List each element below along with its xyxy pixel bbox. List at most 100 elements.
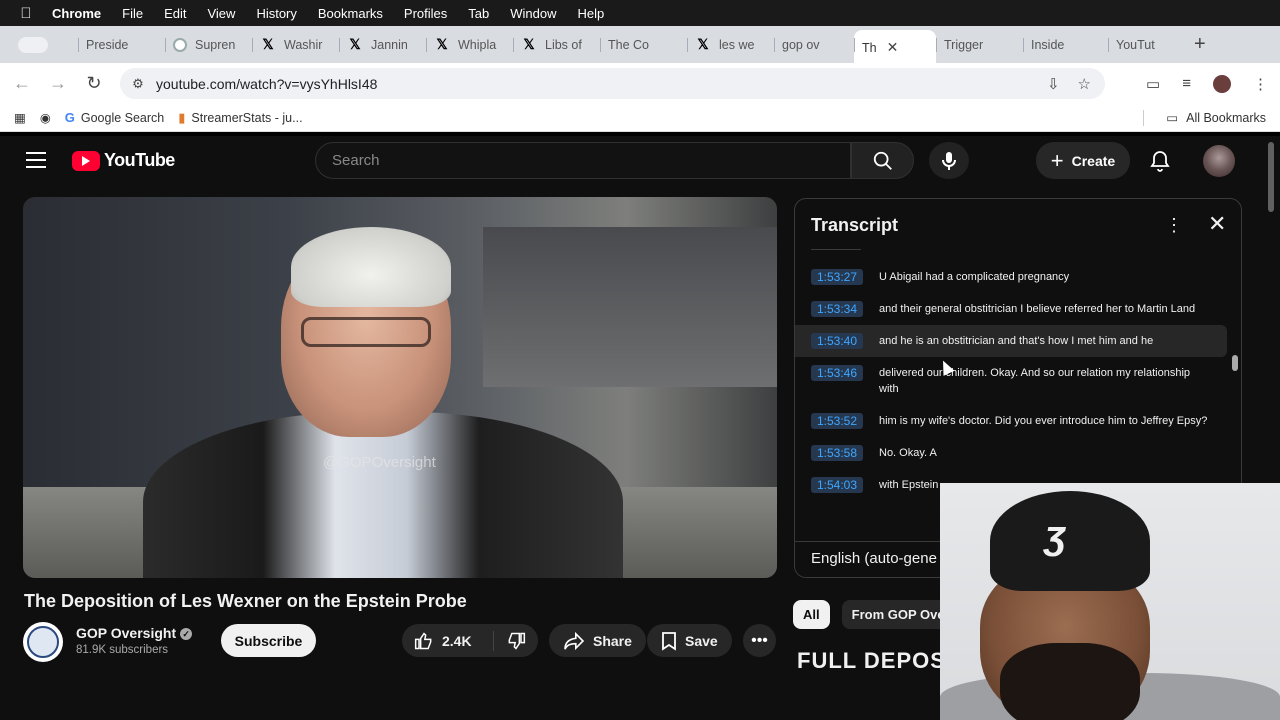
- menu-window[interactable]: Window: [510, 6, 556, 21]
- back-icon[interactable]: ←: [4, 73, 40, 94]
- globe-icon[interactable]: ◉: [40, 110, 51, 125]
- youtube-logo[interactable]: YouTube: [72, 150, 175, 171]
- youtube-logo-text: YouTube: [104, 150, 175, 170]
- menu-file[interactable]: File: [122, 6, 143, 21]
- more-actions-icon[interactable]: •••: [743, 624, 776, 657]
- browser-tab[interactable]: YouTut: [1108, 30, 1186, 60]
- tab-title: Preside: [86, 37, 129, 52]
- menu-history[interactable]: History: [256, 6, 296, 21]
- search-button[interactable]: [851, 142, 914, 179]
- site-info-icon[interactable]: ⚙: [120, 76, 156, 92]
- browser-tab[interactable]: 𝕏les we: [687, 30, 774, 60]
- segment-timestamp[interactable]: 1:53:52: [811, 413, 863, 429]
- video-frame-background: [483, 227, 777, 387]
- new-tab-icon[interactable]: +: [1194, 33, 1206, 56]
- bar-chart-icon: ▮: [178, 109, 186, 125]
- segment-timestamp[interactable]: 1:53:27: [811, 269, 863, 285]
- subscribe-button[interactable]: Subscribe: [221, 624, 316, 657]
- tab-group-chip[interactable]: [10, 30, 78, 60]
- browser-tab[interactable]: Preside: [78, 30, 165, 60]
- close-tab-icon[interactable]: ✕: [887, 39, 899, 56]
- reload-icon[interactable]: ↻: [76, 73, 112, 94]
- transcript-segment[interactable]: 1:53:27 U Abigail had a complicated pregn…: [795, 261, 1227, 293]
- cast-icon[interactable]: ▭: [1146, 75, 1160, 93]
- bookmark-google-search[interactable]: G Google Search: [65, 110, 165, 125]
- browser-tab[interactable]: 𝕏 Libs of: [513, 30, 600, 60]
- forward-icon[interactable]: →: [40, 73, 76, 94]
- dislike-button[interactable]: [494, 631, 538, 651]
- cap-logo-icon: ʒ: [1045, 513, 1067, 557]
- bookmark-star-icon[interactable]: ☆: [1078, 75, 1091, 93]
- apps-grid-icon[interactable]: ▦: [14, 110, 26, 125]
- chrome-menu-icon[interactable]: ⋮: [1253, 75, 1268, 93]
- supreme-court-icon: [173, 37, 187, 52]
- browser-tab[interactable]: 𝕏 Whipla: [426, 30, 513, 60]
- apple-icon[interactable]: : [0, 5, 52, 22]
- channel-name-text[interactable]: GOP Oversight: [76, 625, 176, 641]
- notifications-bell-icon[interactable]: [1150, 150, 1170, 172]
- profile-avatar[interactable]: [1213, 74, 1231, 93]
- all-bookmarks[interactable]: ▭ All Bookmarks: [1166, 110, 1266, 126]
- menu-view[interactable]: View: [207, 6, 235, 21]
- menu-app-name[interactable]: Chrome: [52, 6, 101, 21]
- browser-tab[interactable]: Trigger: [936, 30, 1023, 60]
- menu-help[interactable]: Help: [578, 6, 605, 21]
- install-app-icon[interactable]: ⇩: [1047, 75, 1060, 93]
- channel-avatar[interactable]: [23, 622, 63, 662]
- browser-tab[interactable]: 𝕏 Jannin: [339, 30, 426, 60]
- webcam-overlay: ʒ: [940, 483, 1280, 720]
- webcam-cap: [990, 491, 1150, 591]
- channel-name[interactable]: GOP Oversight ✓: [76, 625, 193, 641]
- browser-tab[interactable]: Inside: [1023, 30, 1108, 60]
- segment-timestamp[interactable]: 1:53:58: [811, 445, 863, 461]
- menu-profiles[interactable]: Profiles: [404, 6, 447, 21]
- tab-title: les we: [719, 37, 755, 52]
- menu-tab[interactable]: Tab: [468, 6, 489, 21]
- transcript-scrollbar[interactable]: [1232, 355, 1238, 371]
- share-button[interactable]: Share: [549, 624, 646, 657]
- search-placeholder: Search: [332, 152, 380, 169]
- account-avatar[interactable]: [1203, 145, 1235, 177]
- menu-bookmarks[interactable]: Bookmarks: [318, 6, 383, 21]
- create-button[interactable]: + Create: [1036, 142, 1130, 179]
- save-button[interactable]: Save: [647, 624, 732, 657]
- voice-search-button[interactable]: [929, 142, 969, 179]
- browser-tab[interactable]: 𝕏 Washir: [252, 30, 339, 60]
- chip-from-channel[interactable]: From GOP Ove: [841, 600, 955, 629]
- video-player[interactable]: @GOPOversight: [23, 197, 777, 578]
- browser-tab-active[interactable]: Th ✕: [854, 29, 936, 66]
- save-label: Save: [685, 632, 718, 649]
- tab-title: Libs of: [545, 37, 582, 52]
- transcript-segment[interactable]: 1:53:34 and their general obstitrician I …: [795, 293, 1227, 325]
- page-scrollbar[interactable]: [1268, 142, 1274, 212]
- browser-tab[interactable]: The Co: [600, 30, 687, 60]
- segment-timestamp[interactable]: 1:53:40: [811, 333, 863, 349]
- all-bookmarks-label: All Bookmarks: [1186, 110, 1266, 125]
- segment-timestamp[interactable]: 1:53:34: [811, 301, 863, 317]
- like-button[interactable]: 2.4K: [402, 630, 494, 651]
- media-controls-icon[interactable]: ≡: [1182, 75, 1191, 92]
- thumbs-down-icon: [508, 632, 526, 650]
- tab-title: Inside: [1031, 37, 1065, 52]
- transcript-segment[interactable]: 1:53:52 him is my wife's doctor. Did you …: [795, 405, 1227, 437]
- subscriber-count: 81.9K subscribers: [76, 644, 169, 656]
- plus-icon: +: [1050, 147, 1064, 173]
- segment-timestamp[interactable]: 1:54:03: [811, 477, 863, 493]
- transcript-more-icon[interactable]: ⋮: [1165, 215, 1183, 236]
- related-video-thumbnail-text[interactable]: FULL DEPOS: [797, 648, 946, 674]
- chip-all[interactable]: All: [793, 600, 830, 629]
- browser-tab[interactable]: Supren: [165, 30, 252, 60]
- search-input[interactable]: Search: [315, 142, 851, 179]
- browser-tab[interactable]: gop ov: [774, 30, 854, 60]
- bookmark-streamerstats[interactable]: ▮ StreamerStats - ju...: [178, 110, 302, 126]
- close-transcript-icon[interactable]: ✕: [1208, 211, 1226, 237]
- transcript-segment-hovered[interactable]: 1:53:40 and he is an obstitrician and tha…: [795, 325, 1227, 357]
- transcript-segment[interactable]: 1:53:46 delivered our children. Okay. And…: [795, 357, 1227, 405]
- transcript-segment[interactable]: 1:53:58 No. Okay. A: [795, 437, 1227, 469]
- segment-timestamp[interactable]: 1:53:46: [811, 365, 863, 381]
- address-bar[interactable]: ⚙ youtube.com/watch?v=vysYhHlsI48 ⇩ ☆: [120, 68, 1105, 99]
- hamburger-menu-icon[interactable]: [26, 152, 46, 173]
- menu-edit[interactable]: Edit: [164, 6, 186, 21]
- youtube-play-icon: [72, 150, 100, 171]
- address-url[interactable]: youtube.com/watch?v=vysYhHlsI48: [156, 76, 377, 92]
